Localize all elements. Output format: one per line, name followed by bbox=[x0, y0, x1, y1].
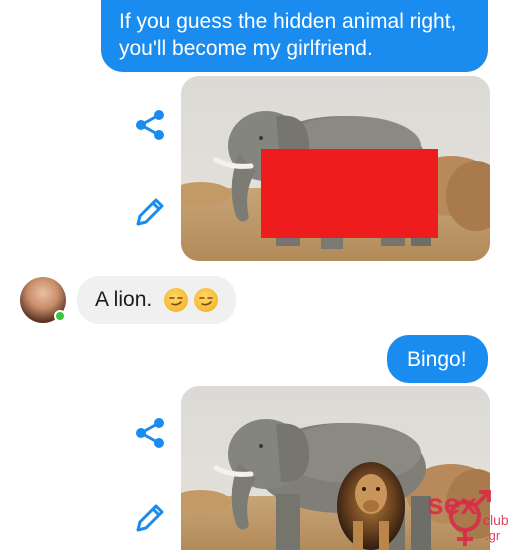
share-icon[interactable] bbox=[133, 108, 167, 142]
watermark-logo: sex club .gr bbox=[425, 470, 515, 550]
outgoing-message-text: Bingo! bbox=[407, 348, 467, 371]
smirking-face-emoji-icon bbox=[164, 288, 189, 313]
watermark-tld: .gr bbox=[485, 528, 501, 543]
watermark-brand: sex bbox=[427, 488, 478, 521]
outgoing-message-bubble: Bingo! bbox=[387, 335, 488, 383]
outgoing-message-text: If you guess the hidden animal right, yo… bbox=[119, 10, 457, 60]
online-status-dot bbox=[54, 310, 66, 322]
censor-block bbox=[261, 149, 438, 238]
elephant-censored-image[interactable] bbox=[181, 76, 490, 261]
incoming-message-bubble: A lion. bbox=[77, 276, 236, 324]
watermark-sub: club bbox=[483, 512, 509, 528]
pencil-icon[interactable] bbox=[132, 194, 168, 230]
incoming-message-text: A lion. bbox=[95, 288, 153, 311]
share-icon[interactable] bbox=[133, 416, 167, 450]
smirking-face-emoji-icon bbox=[193, 288, 218, 313]
pencil-icon[interactable] bbox=[132, 500, 168, 536]
outgoing-message-bubble: If you guess the hidden animal right, yo… bbox=[101, 0, 488, 72]
